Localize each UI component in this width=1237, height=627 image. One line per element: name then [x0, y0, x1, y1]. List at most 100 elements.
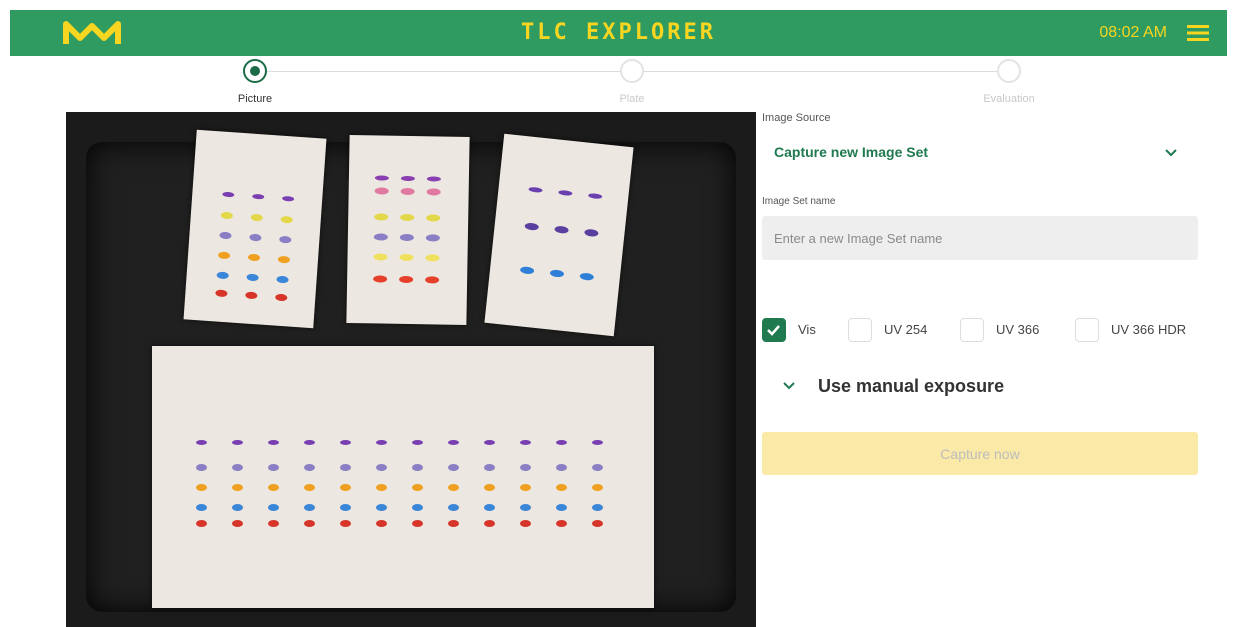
tlc-spot	[520, 520, 531, 527]
tlc-spot	[448, 484, 459, 491]
tlc-spot	[448, 440, 459, 445]
tlc-plate	[484, 133, 634, 337]
tlc-spot	[558, 189, 573, 197]
tlc-spot	[304, 520, 315, 527]
tlc-spot	[484, 484, 495, 491]
tlc-spot	[592, 464, 603, 471]
tlc-spot	[222, 191, 235, 198]
tlc-spot	[412, 504, 423, 511]
tlc-spot	[246, 273, 259, 282]
tlc-spot	[276, 275, 289, 284]
tlc-spot	[374, 213, 389, 221]
tlc-spot	[280, 215, 293, 224]
step-picture-label: Picture	[237, 93, 273, 105]
tlc-spot	[549, 269, 565, 278]
tlc-spot	[399, 275, 414, 284]
tlc-spot	[252, 193, 265, 200]
tlc-spot	[520, 504, 531, 511]
tlc-spot	[196, 464, 207, 471]
tlc-spot	[268, 520, 279, 527]
tlc-spot	[232, 440, 243, 445]
tlc-spot	[279, 235, 292, 244]
step-plate-dot[interactable]	[620, 59, 644, 83]
tlc-spot	[304, 464, 315, 471]
camera-preview-image	[66, 112, 756, 627]
image-source-dropdown[interactable]: Capture new Image Set	[762, 134, 1198, 172]
tlc-spot	[592, 484, 603, 491]
tlc-spot	[484, 504, 495, 511]
tlc-spot	[448, 520, 459, 527]
tlc-spot	[340, 440, 351, 445]
step-connector	[264, 71, 632, 72]
tlc-spot	[412, 520, 423, 527]
tlc-spot	[520, 484, 531, 491]
hamburger-menu-icon[interactable]	[1187, 23, 1209, 43]
tlc-spot	[340, 484, 351, 491]
tlc-spot	[250, 213, 264, 222]
uv366hdr-checkbox-label: UV 366 HDR	[1111, 322, 1187, 337]
wizard-stepper: Picture Plate Evaluation	[0, 56, 1237, 110]
tlc-spot	[232, 504, 243, 511]
tlc-spot	[304, 484, 315, 491]
tlc-spot	[376, 484, 387, 491]
tlc-spot	[399, 253, 414, 262]
tlc-spot	[373, 233, 388, 241]
tlc-spot	[282, 195, 295, 202]
check-icon	[767, 325, 780, 336]
tlc-spot	[376, 520, 387, 527]
tlc-spot	[448, 504, 459, 511]
tlc-spot	[556, 520, 567, 527]
capture-now-button[interactable]: Capture now	[762, 432, 1198, 475]
image-set-name-label: Image Set name	[762, 196, 836, 207]
tlc-spot	[528, 186, 543, 194]
image-source-label: Image Source	[762, 112, 831, 124]
tlc-spot	[592, 440, 603, 445]
image-set-name-input[interactable]	[762, 216, 1198, 260]
tlc-spot	[373, 275, 388, 283]
tlc-spot	[196, 440, 207, 445]
image-source-value: Capture new Image Set	[774, 144, 929, 160]
tlc-spot	[376, 504, 387, 511]
manual-exposure-label: Use manual exposure	[818, 376, 1005, 396]
tlc-spot	[519, 266, 535, 275]
checkbox-box	[960, 318, 984, 342]
tlc-spot	[196, 504, 207, 511]
tlc-spot	[277, 255, 291, 264]
app-title: TLC EXPLORER	[521, 20, 716, 45]
tlc-spot	[400, 213, 415, 222]
tlc-spot	[426, 188, 441, 196]
tlc-spot	[524, 222, 540, 231]
checkbox-box	[1075, 318, 1099, 342]
tlc-spot	[196, 520, 207, 527]
tlc-spot	[520, 464, 531, 471]
tlc-spot	[425, 254, 440, 262]
tlc-spot	[412, 464, 423, 471]
tlc-spot	[592, 504, 603, 511]
step-evaluation-dot[interactable]	[997, 59, 1021, 83]
tlc-plate	[346, 134, 470, 326]
tlc-spot	[425, 234, 440, 242]
tlc-spot	[340, 520, 351, 527]
tlc-spot	[304, 504, 315, 511]
step-connector	[644, 71, 1009, 72]
tlc-spot	[556, 504, 567, 511]
tlc-spot	[232, 484, 243, 491]
clock-time: 08:02 AM	[1099, 24, 1167, 41]
uv254-checkbox-label: UV 254	[884, 322, 928, 337]
tlc-plate	[152, 346, 654, 608]
tlc-spot	[376, 464, 387, 471]
step-picture-dot[interactable]	[243, 59, 267, 83]
tlc-spot	[196, 484, 207, 491]
step-evaluation-label: Evaluation	[983, 93, 1035, 105]
chevron-down-icon	[1165, 149, 1177, 157]
app-header: TLC EXPLORER 08:02 AM	[10, 10, 1227, 56]
tlc-spot	[484, 520, 495, 527]
tlc-spot	[584, 228, 599, 238]
tlc-spot	[245, 291, 258, 300]
tlc-spot	[373, 253, 388, 261]
tlc-spot	[400, 187, 415, 196]
tlc-spot	[219, 231, 232, 240]
tlc-plate	[183, 129, 327, 329]
tlc-spot	[232, 464, 243, 471]
tlc-spot	[399, 233, 414, 242]
